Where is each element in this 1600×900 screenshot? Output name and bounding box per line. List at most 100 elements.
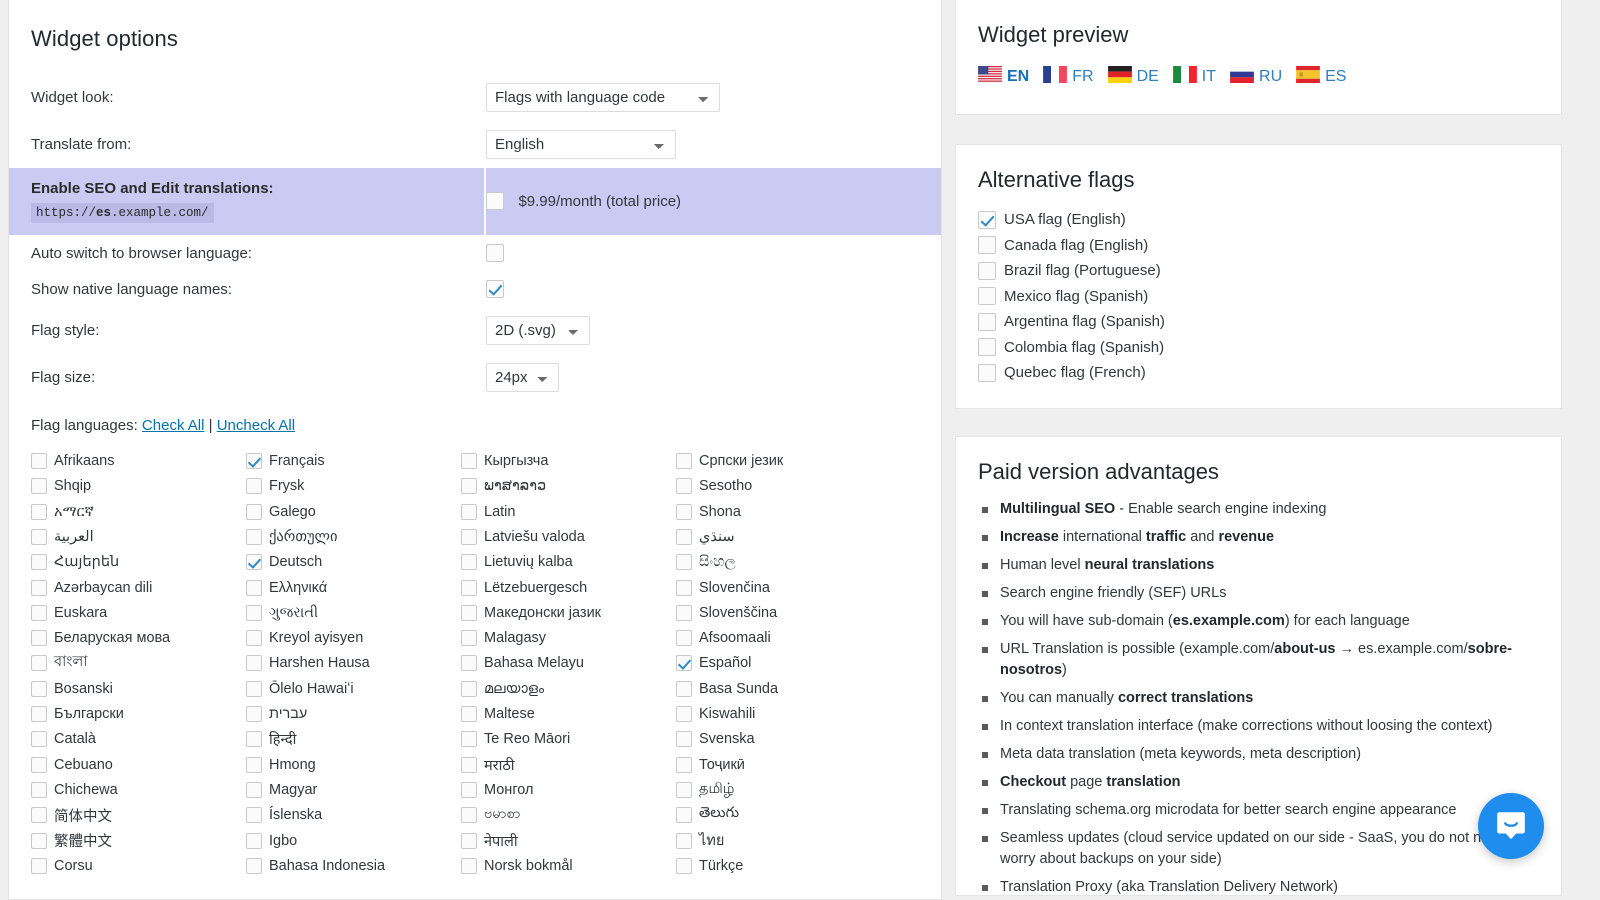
language-checkbox[interactable] [461,529,477,545]
language-checkbox[interactable] [461,453,477,469]
language-checkbox-item[interactable]: Ōlelo Hawaiʻi [246,676,461,701]
language-checkbox-item[interactable]: Bahasa Indonesia [246,853,461,878]
alternative-flag-checkbox[interactable] [978,262,996,280]
language-checkbox-item[interactable]: Euskara [31,600,246,625]
preview-language-en[interactable]: EN [978,66,1029,88]
language-checkbox-item[interactable]: ພາສາລາວ [461,474,676,499]
language-checkbox-item[interactable]: 简体中文 [31,803,246,828]
language-checkbox-item[interactable]: मराठी [461,752,676,777]
language-checkbox-item[interactable]: Slovenščina [676,600,891,625]
language-checkbox[interactable] [676,807,692,823]
native-names-checkbox[interactable] [486,280,504,298]
language-checkbox[interactable] [461,757,477,773]
language-checkbox[interactable] [246,605,262,621]
language-checkbox[interactable] [461,731,477,747]
alternative-flag-checkbox[interactable] [978,287,996,305]
language-checkbox-item[interactable]: മലയാളം [461,676,676,701]
language-checkbox-item[interactable]: Galego [246,499,461,524]
language-checkbox-item[interactable]: Chichewa [31,777,246,802]
language-checkbox[interactable] [676,453,692,469]
alternative-flag-item[interactable]: Argentina flag (Spanish) [978,309,1561,335]
translate-from-select[interactable]: English [486,130,676,159]
language-checkbox-item[interactable]: Македонски јазик [461,600,676,625]
preview-language-fr[interactable]: FR [1043,66,1093,88]
alternative-flag-item[interactable]: Canada flag (English) [978,233,1561,259]
language-checkbox[interactable] [461,554,477,570]
language-checkbox[interactable] [676,833,692,849]
widget-look-select[interactable]: Flags with language code [486,83,720,112]
language-checkbox-item[interactable]: Bahasa Melayu [461,651,676,676]
alternative-flag-item[interactable]: Mexico flag (Spanish) [978,284,1561,310]
language-checkbox-item[interactable]: سنڌي [676,524,891,549]
language-checkbox-item[interactable]: Afsoomaali [676,626,891,651]
alternative-flag-checkbox[interactable] [978,236,996,254]
language-checkbox-item[interactable]: Shona [676,499,891,524]
language-checkbox[interactable] [246,807,262,823]
preview-language-de[interactable]: DE [1108,66,1159,88]
language-checkbox-item[interactable]: Ελληνικά [246,575,461,600]
language-checkbox-item[interactable]: ગુજરાતી [246,600,461,625]
language-checkbox[interactable] [31,807,47,823]
language-checkbox[interactable] [246,504,262,520]
language-checkbox[interactable] [246,858,262,874]
language-checkbox[interactable] [246,706,262,722]
language-checkbox-item[interactable]: Lëtzebuergesch [461,575,676,600]
language-checkbox-item[interactable]: Basa Sunda [676,676,891,701]
language-checkbox-item[interactable]: Frysk [246,474,461,499]
language-checkbox-item[interactable]: ไทย [676,828,891,853]
language-checkbox-item[interactable]: Монгол [461,777,676,802]
language-checkbox[interactable] [676,580,692,596]
language-checkbox[interactable] [461,858,477,874]
language-checkbox[interactable] [676,757,692,773]
check-all-link[interactable]: Check All [142,417,205,434]
language-checkbox-item[interactable]: Svenska [676,727,891,752]
language-checkbox[interactable] [246,681,262,697]
language-checkbox[interactable] [461,630,477,646]
language-checkbox[interactable] [461,681,477,697]
language-checkbox-item[interactable]: Sesotho [676,474,891,499]
language-checkbox[interactable] [246,655,262,671]
language-checkbox-item[interactable]: नेपाली [461,828,676,853]
language-checkbox-item[interactable]: Te Reo Māori [461,727,676,752]
language-checkbox[interactable] [31,630,47,646]
language-checkbox-item[interactable]: Hmong [246,752,461,777]
language-checkbox[interactable] [676,504,692,520]
language-checkbox[interactable] [676,858,692,874]
language-checkbox[interactable] [676,655,692,671]
intercom-chat-launcher[interactable] [1478,793,1544,859]
language-checkbox-item[interactable]: Kreyol ayisyen [246,626,461,651]
language-checkbox[interactable] [31,782,47,798]
language-checkbox-item[interactable]: Lietuvių kalba [461,550,676,575]
auto-switch-checkbox[interactable] [486,244,504,262]
language-checkbox[interactable] [676,706,692,722]
language-checkbox-item[interactable]: Latviešu valoda [461,524,676,549]
language-checkbox-item[interactable]: Igbo [246,828,461,853]
language-checkbox-item[interactable]: සිංහල [676,550,891,575]
language-checkbox[interactable] [246,757,262,773]
language-checkbox[interactable] [461,807,477,823]
language-checkbox-item[interactable]: Maltese [461,701,676,726]
language-checkbox-item[interactable]: Bosanski [31,676,246,701]
language-checkbox[interactable] [461,706,477,722]
language-checkbox[interactable] [246,782,262,798]
language-checkbox-item[interactable]: Français [246,448,461,473]
language-checkbox-item[interactable]: Български [31,701,246,726]
language-checkbox[interactable] [676,529,692,545]
language-checkbox[interactable] [676,630,692,646]
language-checkbox-item[interactable]: Corsu [31,853,246,878]
language-checkbox[interactable] [31,580,47,596]
language-checkbox[interactable] [676,731,692,747]
language-checkbox[interactable] [676,478,692,494]
language-checkbox-item[interactable]: Malagasy [461,626,676,651]
language-checkbox-item[interactable]: Norsk bokmål [461,853,676,878]
language-checkbox[interactable] [246,453,262,469]
flag-size-select[interactable]: 24px [486,363,559,392]
language-checkbox-item[interactable]: עברית [246,701,461,726]
language-checkbox-item[interactable]: Türkçe [676,853,891,878]
language-checkbox-item[interactable]: Հայերեն [31,550,246,575]
language-checkbox[interactable] [246,554,262,570]
language-checkbox[interactable] [31,478,47,494]
language-checkbox-item[interactable]: Azərbaycan dili [31,575,246,600]
language-checkbox-item[interactable]: ქართული [246,524,461,549]
language-checkbox-item[interactable]: Magyar [246,777,461,802]
